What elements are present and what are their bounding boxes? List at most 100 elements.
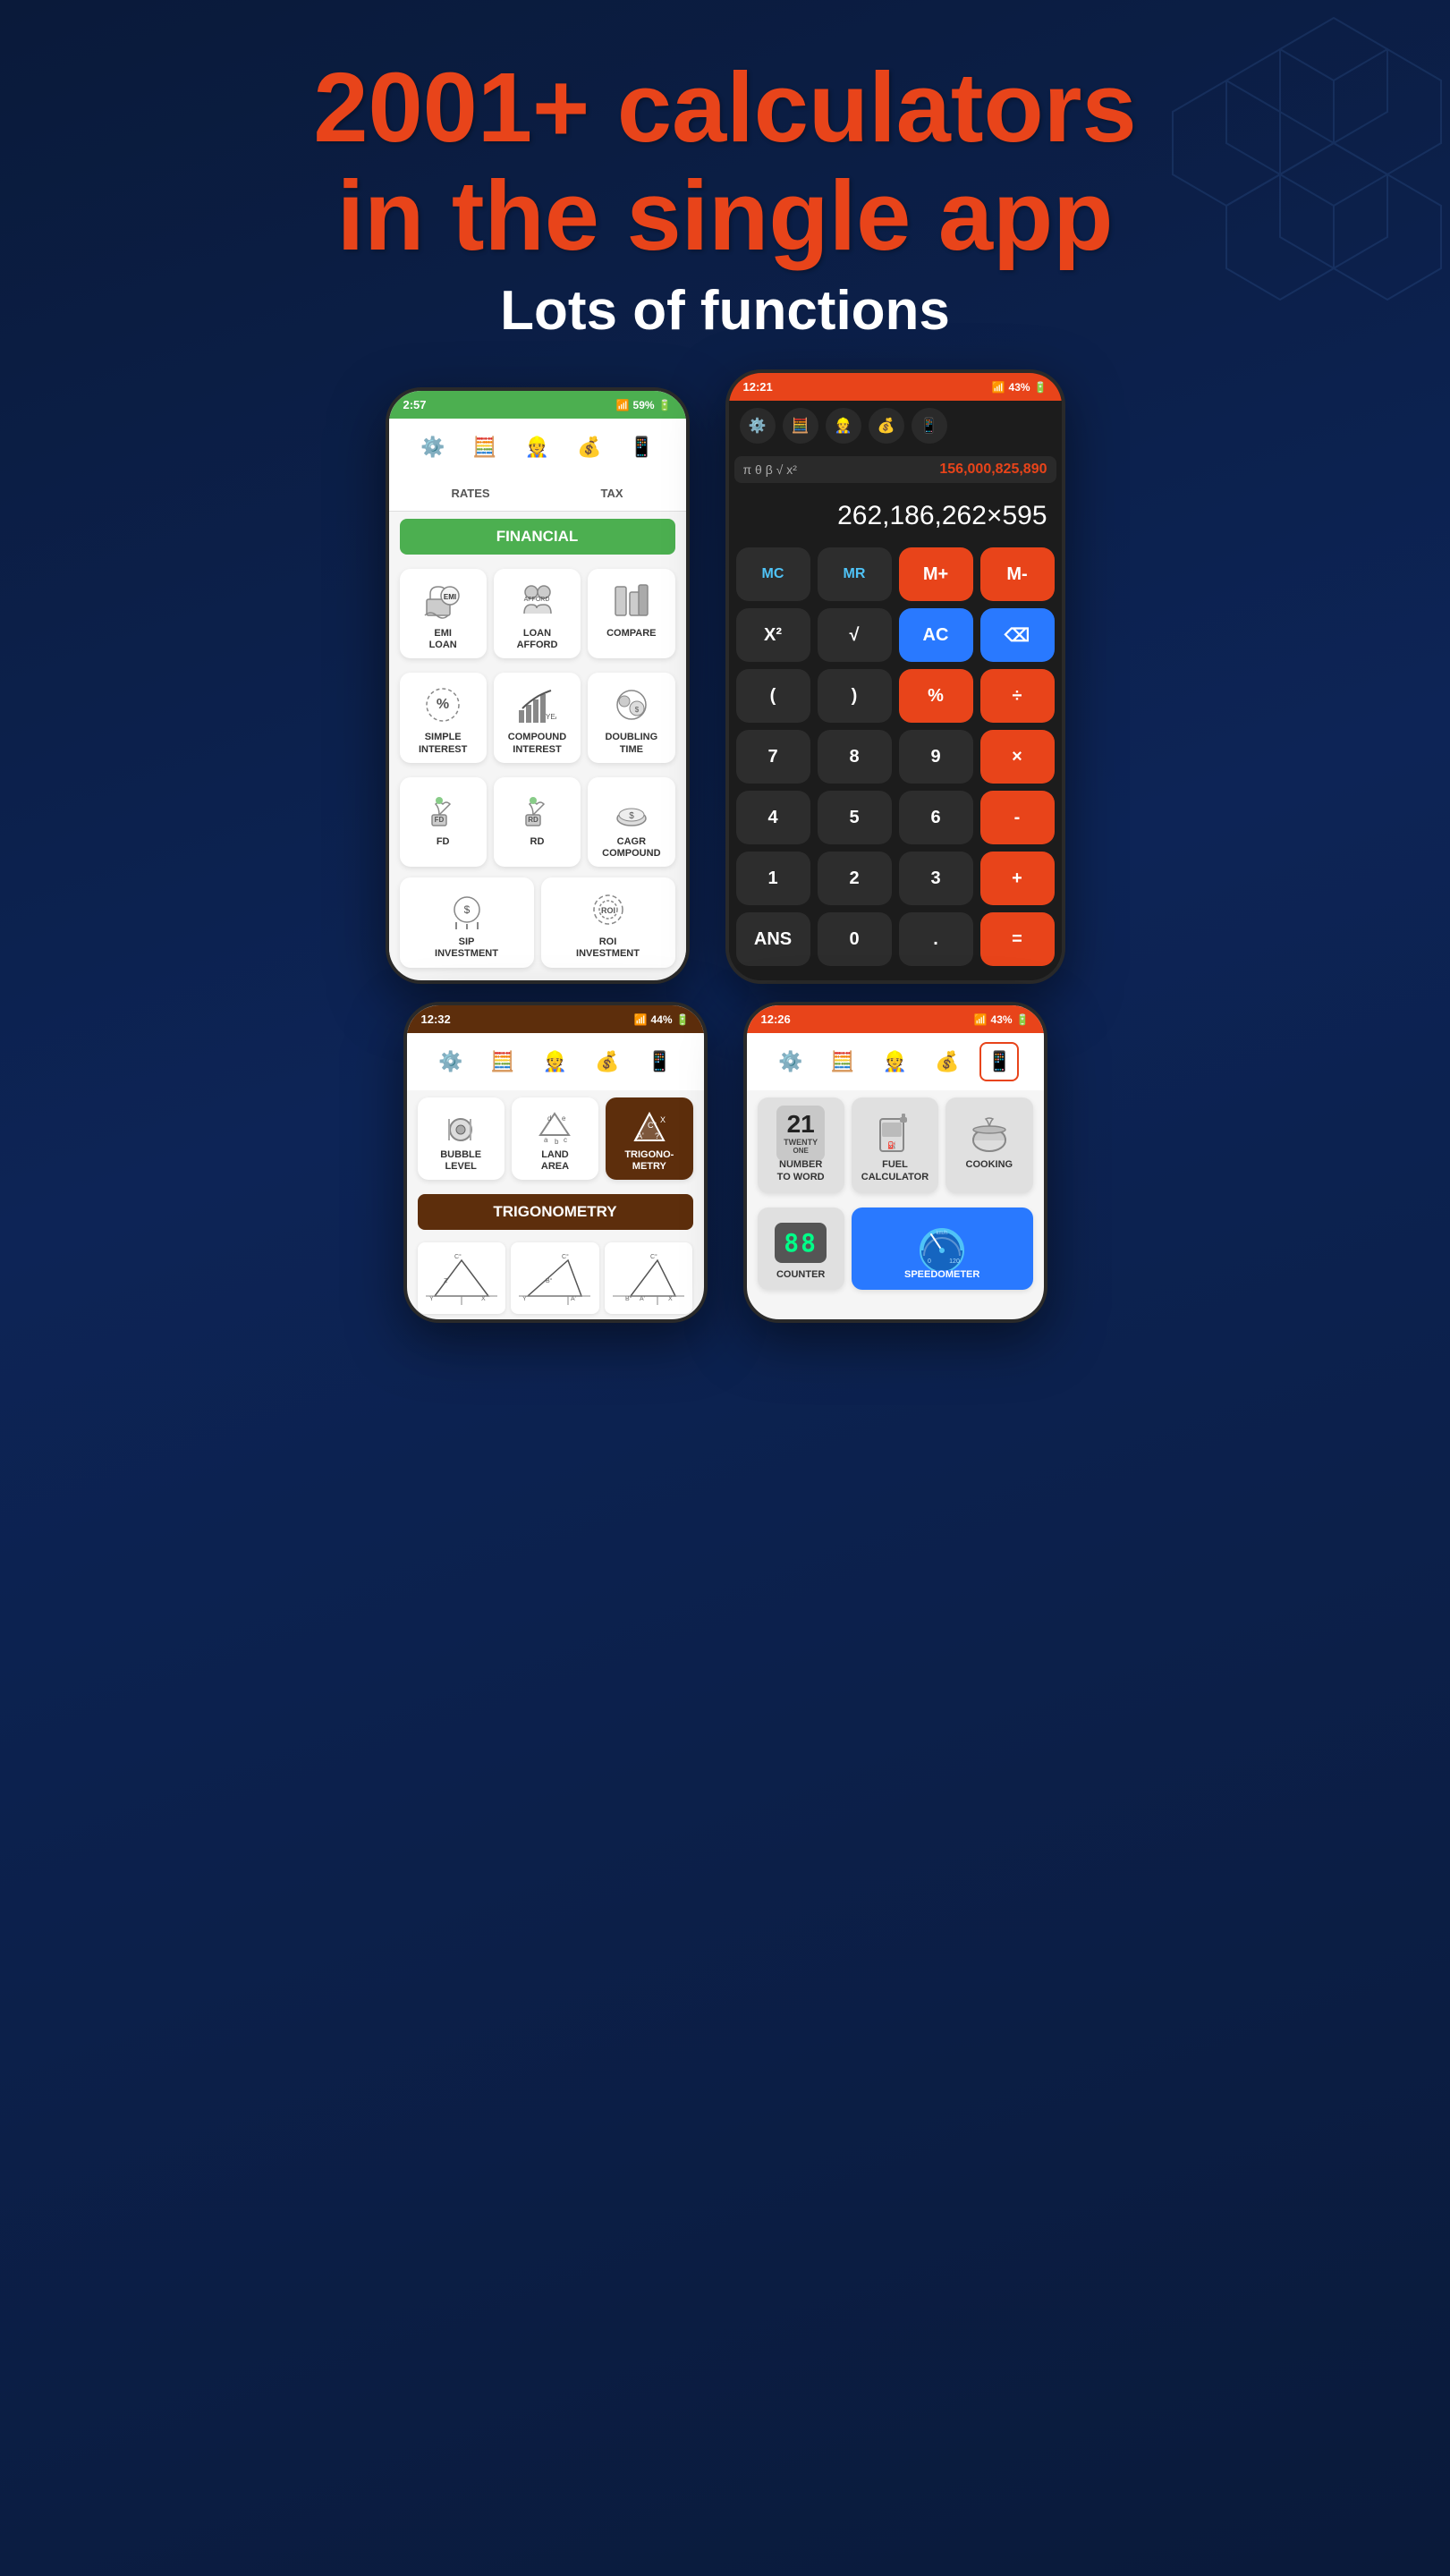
time-1: 2:57 — [403, 398, 427, 411]
sip-card[interactable]: $ SIPINVESTMENT — [400, 877, 534, 967]
fuel-calc-label: FUELCALCULATOR — [857, 1158, 933, 1184]
svg-text:b: b — [555, 1138, 559, 1146]
btn-0[interactable]: 0 — [818, 912, 892, 966]
btn-open-paren[interactable]: ( — [736, 669, 810, 723]
calc-money-icon[interactable]: 💰 — [869, 408, 904, 444]
trig-phone-icon[interactable]: 📱 — [640, 1042, 679, 1081]
misc-bag-icon[interactable]: 💰 — [928, 1042, 967, 1081]
btn-mr[interactable]: MR — [818, 547, 892, 601]
simple-interest-card[interactable]: % SIMPLEINTEREST — [400, 673, 487, 762]
phone-calculator: 12:21 📶 43% 🔋 ⚙️ 🧮 👷 💰 📱 π θ β √ x² 156,… — [725, 369, 1065, 984]
trig-calc-icon[interactable]: 🧮 — [483, 1042, 522, 1081]
bubble-level-card[interactable]: BUBBLELEVEL — [418, 1097, 505, 1180]
subheadline: Lots of functions — [72, 279, 1378, 343]
btn-5[interactable]: 5 — [818, 791, 892, 844]
btn-dot[interactable]: . — [899, 912, 973, 966]
nav-icons-1: ⚙️ 🧮 👷 💰 📱 — [389, 419, 686, 476]
btn-plus[interactable]: + — [980, 852, 1055, 905]
rd-card[interactable]: RD RD — [494, 777, 581, 867]
cooking-card[interactable]: COOKING — [945, 1097, 1032, 1193]
land-area-label: LANDAREA — [517, 1149, 593, 1173]
tab-tax[interactable]: TAX — [582, 483, 640, 504]
btn-9[interactable]: 9 — [899, 730, 973, 784]
nav-icons-4: ⚙️ 🧮 👷 💰 📱 — [747, 1033, 1044, 1090]
fd-card[interactable]: FD FD — [400, 777, 487, 867]
cagr-card[interactable]: $ CAGRCOMPOUND — [588, 777, 674, 867]
compare-icon — [593, 578, 669, 624]
top-phones-row: 2:57 📶 59% 🔋 ⚙️ 🧮 👷 💰 📱 RATES TAX FINANC… — [0, 369, 1450, 1002]
btn-row-5: 4 5 6 - — [736, 791, 1055, 844]
phone-icon[interactable]: 📱 — [622, 428, 661, 467]
fuel-calc-card[interactable]: ⛽ FUELCALCULATOR — [852, 1097, 938, 1193]
trig-person-icon[interactable]: 👷 — [535, 1042, 574, 1081]
btn-close-paren[interactable]: ) — [818, 669, 892, 723]
misc-person-icon[interactable]: 👷 — [875, 1042, 914, 1081]
trig-bag-icon[interactable]: 💰 — [588, 1042, 627, 1081]
counter-card[interactable]: 88 COUNTER — [758, 1208, 844, 1290]
doubling-time-card[interactable]: $ DOUBLINGTIME — [588, 673, 674, 762]
roi-label: ROIINVESTMENT — [547, 936, 670, 960]
calc-person-icon[interactable]: 👷 — [826, 408, 861, 444]
svg-text:X: X — [481, 1296, 486, 1302]
btn-row-7: ANS 0 . = — [736, 912, 1055, 966]
roi-card[interactable]: ROI ROIINVESTMENT — [541, 877, 675, 967]
svg-text:Y: Y — [522, 1296, 527, 1302]
btn-row-1: MC MR M+ M- — [736, 547, 1055, 601]
svg-text:0: 0 — [928, 1258, 931, 1265]
calc-display: 262,186,262×595 — [729, 488, 1062, 540]
btn-mminus[interactable]: M- — [980, 547, 1055, 601]
btn-8[interactable]: 8 — [818, 730, 892, 784]
financial-grid-row2: % SIMPLEINTEREST YEAR — [389, 665, 686, 769]
settings-icon[interactable]: ⚙️ — [413, 428, 453, 467]
btn-minus[interactable]: - — [980, 791, 1055, 844]
btn-3[interactable]: 3 — [899, 852, 973, 905]
btn-divide[interactable]: ÷ — [980, 669, 1055, 723]
btn-row-2: X² √ AC ⌫ — [736, 608, 1055, 662]
btn-square[interactable]: X² — [736, 608, 810, 662]
emi-loan-label: EMILOAN — [405, 628, 481, 651]
svg-text:A': A' — [637, 1131, 644, 1140]
time-3: 12:32 — [421, 1013, 451, 1026]
misc-calc-icon[interactable]: 🧮 — [823, 1042, 862, 1081]
land-area-card[interactable]: a b c d e LANDAREA — [512, 1097, 598, 1180]
btn-mplus[interactable]: M+ — [899, 547, 973, 601]
btn-1[interactable]: 1 — [736, 852, 810, 905]
btn-equals[interactable]: = — [980, 912, 1055, 966]
phone-financial: 2:57 📶 59% 🔋 ⚙️ 🧮 👷 💰 📱 RATES TAX FINANC… — [386, 387, 690, 984]
emi-loan-card[interactable]: EMI EMILOAN — [400, 569, 487, 658]
btn-percent[interactable]: % — [899, 669, 973, 723]
trigonometry-card[interactable]: C° ? A' X TRIGONO-METRY — [606, 1097, 692, 1180]
misc-phone-icon[interactable]: 📱 — [979, 1042, 1019, 1081]
btn-2[interactable]: 2 — [818, 852, 892, 905]
tab-rates[interactable]: RATES — [433, 483, 507, 504]
misc-settings-icon[interactable]: ⚙️ — [771, 1042, 810, 1081]
calc-settings-icon[interactable]: ⚙️ — [740, 408, 776, 444]
svg-text:$: $ — [629, 811, 634, 821]
btn-4[interactable]: 4 — [736, 791, 810, 844]
calc-main-icon[interactable]: 🧮 — [783, 408, 818, 444]
compound-interest-label: COMPOUNDINTEREST — [499, 732, 575, 755]
btn-backspace[interactable]: ⌫ — [980, 608, 1055, 662]
speedometer-card[interactable]: 0 120 km/h SPEEDOMETER — [852, 1208, 1033, 1290]
person-icon[interactable]: 👷 — [517, 428, 556, 467]
svg-text:C°: C° — [650, 1253, 657, 1260]
svg-text:ROI: ROI — [600, 906, 615, 915]
btn-multiply[interactable]: × — [980, 730, 1055, 784]
calc-buttons: MC MR M+ M- X² √ AC ⌫ ( ) % ÷ 7 8 — [729, 540, 1062, 980]
loan-afford-card[interactable]: AFFORD LOANAFFORD — [494, 569, 581, 658]
btn-ans[interactable]: ANS — [736, 912, 810, 966]
btn-sqrt[interactable]: √ — [818, 608, 892, 662]
compare-card[interactable]: COMPARE — [588, 569, 674, 658]
calc-phone-icon[interactable]: 📱 — [912, 408, 947, 444]
btn-7[interactable]: 7 — [736, 730, 810, 784]
btn-ac[interactable]: AC — [899, 608, 973, 662]
compound-interest-card[interactable]: YEAR COMPOUNDINTEREST — [494, 673, 581, 762]
trig-settings-icon[interactable]: ⚙️ — [431, 1042, 471, 1081]
btn-mc[interactable]: MC — [736, 547, 810, 601]
calculator-icon[interactable]: 🧮 — [465, 428, 505, 467]
status-bar-2: 12:21 📶 43% 🔋 — [729, 373, 1062, 401]
number-to-word-card[interactable]: 21 TWENTY ONE NUMBERTO WORD — [758, 1097, 844, 1193]
money-bag-icon[interactable]: 💰 — [570, 428, 609, 467]
cagr-label: CAGRCOMPOUND — [593, 836, 669, 860]
btn-6[interactable]: 6 — [899, 791, 973, 844]
